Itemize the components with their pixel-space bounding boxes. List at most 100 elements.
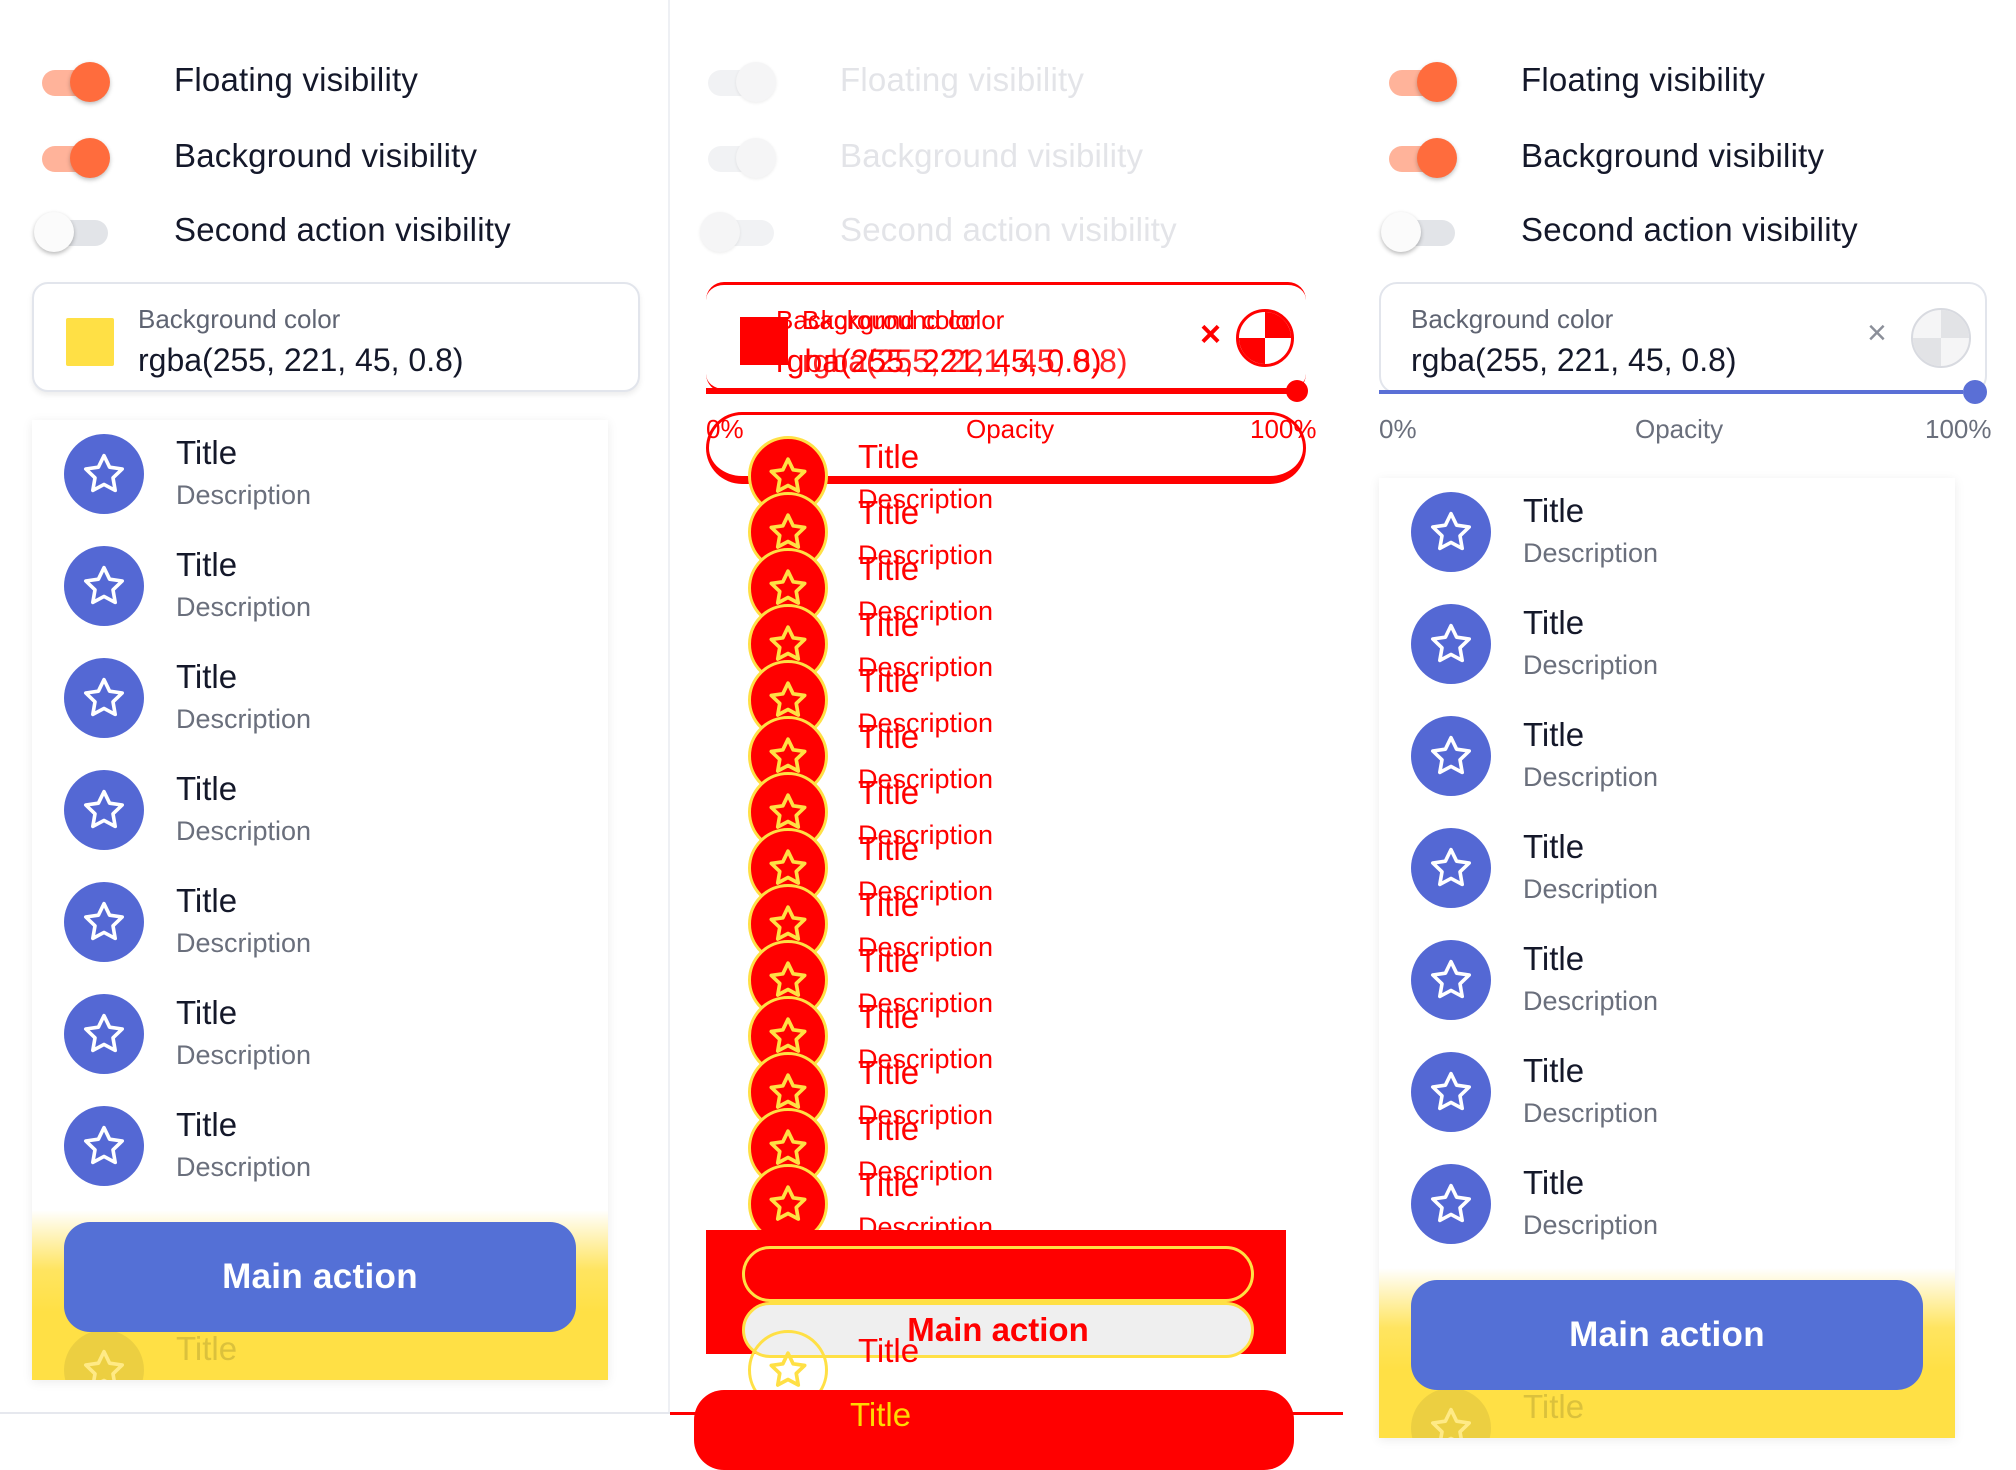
opacity-slider-handle[interactable]: [1963, 380, 1987, 404]
item-title: Title: [1523, 492, 1585, 529]
list-item[interactable]: Title Description: [1379, 814, 1955, 926]
star-icon: [64, 546, 144, 626]
floating-visibility-toggle[interactable]: [702, 60, 778, 102]
item-description: Description: [176, 1040, 312, 1070]
item-description: Description: [176, 1152, 312, 1182]
list-item[interactable]: Title Description: [748, 548, 1268, 628]
list-item[interactable]: Title Description: [1379, 590, 1955, 702]
opacity-max-label: 100%: [1925, 414, 1992, 444]
list-item[interactable]: Title Description: [748, 492, 1268, 572]
main-action-button[interactable]: Main action: [742, 1246, 1254, 1302]
toggle-row-floating[interactable]: Floating visibility: [1383, 50, 2003, 110]
main-action-button[interactable]: Main action: [64, 1222, 576, 1332]
toggle-row-floating[interactable]: Floating visibility: [36, 50, 656, 110]
second-action-visibility-toggle[interactable]: [34, 210, 112, 252]
star-icon: [64, 770, 144, 850]
toggle-row-floating: Floating visibility: [702, 50, 1322, 110]
opacity-slider-track[interactable]: [706, 388, 1306, 394]
list-item[interactable]: Title Description: [748, 884, 1268, 964]
item-title: Title: [1523, 1164, 1585, 1201]
color-field-value[interactable]: rgba(255, 221, 45, 0.8): [1411, 342, 1737, 379]
list-item[interactable]: Title Description: [1379, 702, 1955, 814]
list-item[interactable]: Title Description: [1379, 926, 1955, 1038]
opacity-slider-handle[interactable]: [1286, 380, 1308, 402]
list-item[interactable]: Title Description: [32, 644, 608, 756]
item-title: Title: [1523, 940, 1585, 977]
background-visibility-toggle[interactable]: [1383, 136, 1459, 178]
opacity-slider-track[interactable]: [1379, 390, 1963, 394]
color-picker-icon[interactable]: [1911, 308, 1971, 368]
background-color-field[interactable]: Background color rgba(255, 221, 45, 0.8)…: [1379, 282, 1987, 394]
bottom-overlay-debug: [694, 1390, 1294, 1470]
main-action-button[interactable]: Main action: [1411, 1280, 1923, 1390]
list-item[interactable]: Title Description: [1379, 478, 1955, 590]
item-title: Title: [176, 546, 238, 583]
toggle-row-background[interactable]: Background visibility: [1383, 126, 2003, 186]
second-action-visibility-toggle[interactable]: [1381, 210, 1459, 252]
list-item[interactable]: Title Description: [748, 660, 1268, 740]
item-title: Title: [176, 994, 238, 1031]
toggle-label: Second action visibility: [1521, 211, 1858, 248]
item-description: Description: [176, 592, 312, 622]
floating-visibility-toggle[interactable]: [1383, 60, 1459, 102]
item-title: Title: [1523, 828, 1585, 865]
item-list: Title Description Title Description Titl…: [1379, 478, 1955, 1438]
item-title: Title: [858, 606, 920, 643]
item-title: Title: [1523, 1388, 1585, 1425]
list-item[interactable]: Title Description: [748, 436, 1268, 516]
item-description: Description: [176, 480, 312, 510]
item-list: Title Description Title Description Titl…: [32, 420, 608, 1380]
floating-visibility-toggle[interactable]: [36, 60, 112, 102]
toggle-row-second-action[interactable]: Second action visibility: [1381, 200, 2003, 260]
star-icon: [64, 434, 144, 514]
list-item[interactable]: Title Description: [1379, 1038, 1955, 1150]
color-picker-icon[interactable]: [1236, 309, 1294, 367]
list-item[interactable]: Title Description: [32, 756, 608, 868]
item-description: Description: [176, 928, 312, 958]
background-visibility-toggle[interactable]: [702, 136, 778, 178]
list-item[interactable]: Title Description: [1379, 1150, 1955, 1262]
list-item[interactable]: Title Description: [748, 1108, 1268, 1188]
list-item[interactable]: Title Description: [32, 532, 608, 644]
color-field-label: Background color: [1411, 304, 1614, 334]
panel-bottom-border: [0, 1412, 670, 1414]
item-title: Title: [176, 1106, 238, 1143]
background-visibility-toggle[interactable]: [36, 136, 112, 178]
star-icon: [1411, 940, 1491, 1020]
list-item[interactable]: Title Description: [748, 940, 1268, 1020]
second-action-visibility-toggle[interactable]: [700, 210, 778, 252]
list-item[interactable]: Title Description: [748, 996, 1268, 1076]
clear-icon[interactable]: ×: [1200, 313, 1221, 355]
item-title: Title: [858, 830, 920, 867]
list-item[interactable]: Title Description: [748, 828, 1268, 908]
list-item[interactable]: Title Description: [748, 772, 1268, 852]
list-item[interactable]: Title Description: [32, 420, 608, 532]
toggle-row-background[interactable]: Background visibility: [36, 126, 656, 186]
list-item[interactable]: Title Description: [748, 604, 1268, 684]
star-icon: [1411, 716, 1491, 796]
list-item[interactable]: Title Description: [32, 868, 608, 980]
list-item[interactable]: Title Description: [748, 1052, 1268, 1132]
item-description: Description: [1523, 650, 1659, 680]
list-item-partially-hidden: Title: [748, 1330, 1268, 1410]
item-title: Title: [176, 770, 238, 807]
item-description: Description: [1523, 986, 1659, 1016]
color-field-value[interactable]: rgba(255, 221, 45, 0.8): [138, 342, 464, 379]
opacity-label: Opacity: [1635, 414, 1724, 444]
item-description: Description: [176, 704, 312, 734]
item-description: Description: [176, 816, 312, 846]
panel-floating-actions-debug: Floating visibility Background visibilit…: [670, 0, 1343, 1470]
item-title: Title: [858, 1332, 920, 1369]
list-item[interactable]: Title Description: [748, 716, 1268, 796]
background-color-field[interactable]: Background color Background color rgba(2…: [706, 282, 1306, 392]
list-item[interactable]: Title Description: [32, 980, 608, 1092]
toggle-row-second-action[interactable]: Second action visibility: [34, 200, 656, 260]
item-title: Title: [858, 998, 920, 1035]
background-color-field[interactable]: Background color rgba(255, 221, 45, 0.8): [32, 282, 640, 392]
item-title: Title: [858, 1110, 920, 1147]
item-description: Description: [1523, 538, 1659, 568]
color-swatch[interactable]: [66, 318, 114, 366]
clear-icon[interactable]: ×: [1867, 314, 1887, 353]
list-item[interactable]: Title Description: [748, 1164, 1268, 1244]
list-item[interactable]: Title Description: [32, 1092, 608, 1204]
